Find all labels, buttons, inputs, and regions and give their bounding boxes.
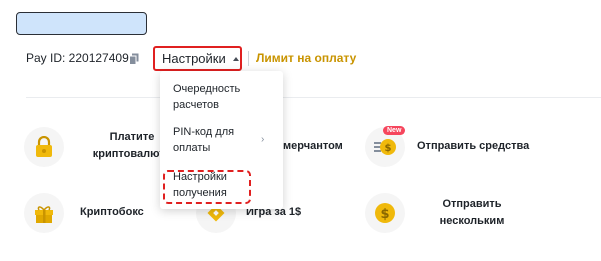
send-funds-label[interactable]: Отправить средства: [417, 138, 529, 155]
send-multiple-line1: Отправить: [442, 198, 502, 210]
cryptobox-label[interactable]: Криптобокс: [80, 204, 144, 221]
separator-line: [26, 97, 601, 98]
pay-crypto-tile-icon[interactable]: [24, 127, 64, 167]
pay-id-text: Pay ID: 220127409: [26, 51, 129, 65]
send-multiple-label[interactable]: Отправить нескольким: [432, 196, 512, 230]
menu-item-line1: Очередность: [173, 83, 241, 95]
menu-item-payment-pin[interactable]: PIN-код для оплаты: [173, 124, 234, 156]
menu-item-line1: PIN-код для: [173, 126, 235, 138]
divider: [248, 51, 249, 66]
caret-up-icon: [232, 56, 239, 61]
menu-item-settlement-order[interactable]: Очередность расчетов: [173, 81, 240, 113]
receive-settings-highlight: [163, 170, 251, 204]
cryptobox-tile-icon[interactable]: [24, 193, 64, 233]
new-badge: New: [383, 126, 406, 135]
settings-dropdown-button[interactable]: Настройки: [153, 46, 242, 71]
menu-item-line2: расчетов: [173, 99, 219, 111]
menu-item-line2: оплаты: [173, 142, 211, 154]
redacted-field: [16, 12, 147, 35]
fast-coin-icon: $: [374, 139, 396, 155]
copy-icon[interactable]: [129, 52, 139, 65]
gift-box-icon: [35, 206, 53, 223]
svg-text:$: $: [380, 207, 389, 222]
chevron-right-icon: ›: [261, 134, 265, 145]
send-multiple-line2: нескольким: [439, 215, 505, 227]
send-multiple-tile-icon[interactable]: $: [365, 193, 405, 233]
svg-text:$: $: [385, 143, 392, 154]
merchant-label[interactable]: мерчантом: [283, 138, 343, 155]
payment-limit-link[interactable]: Лимит на оплату: [256, 51, 356, 65]
lock-icon: [36, 136, 52, 157]
settings-label: Настройки: [162, 51, 226, 66]
coin-icon: $: [375, 203, 395, 223]
